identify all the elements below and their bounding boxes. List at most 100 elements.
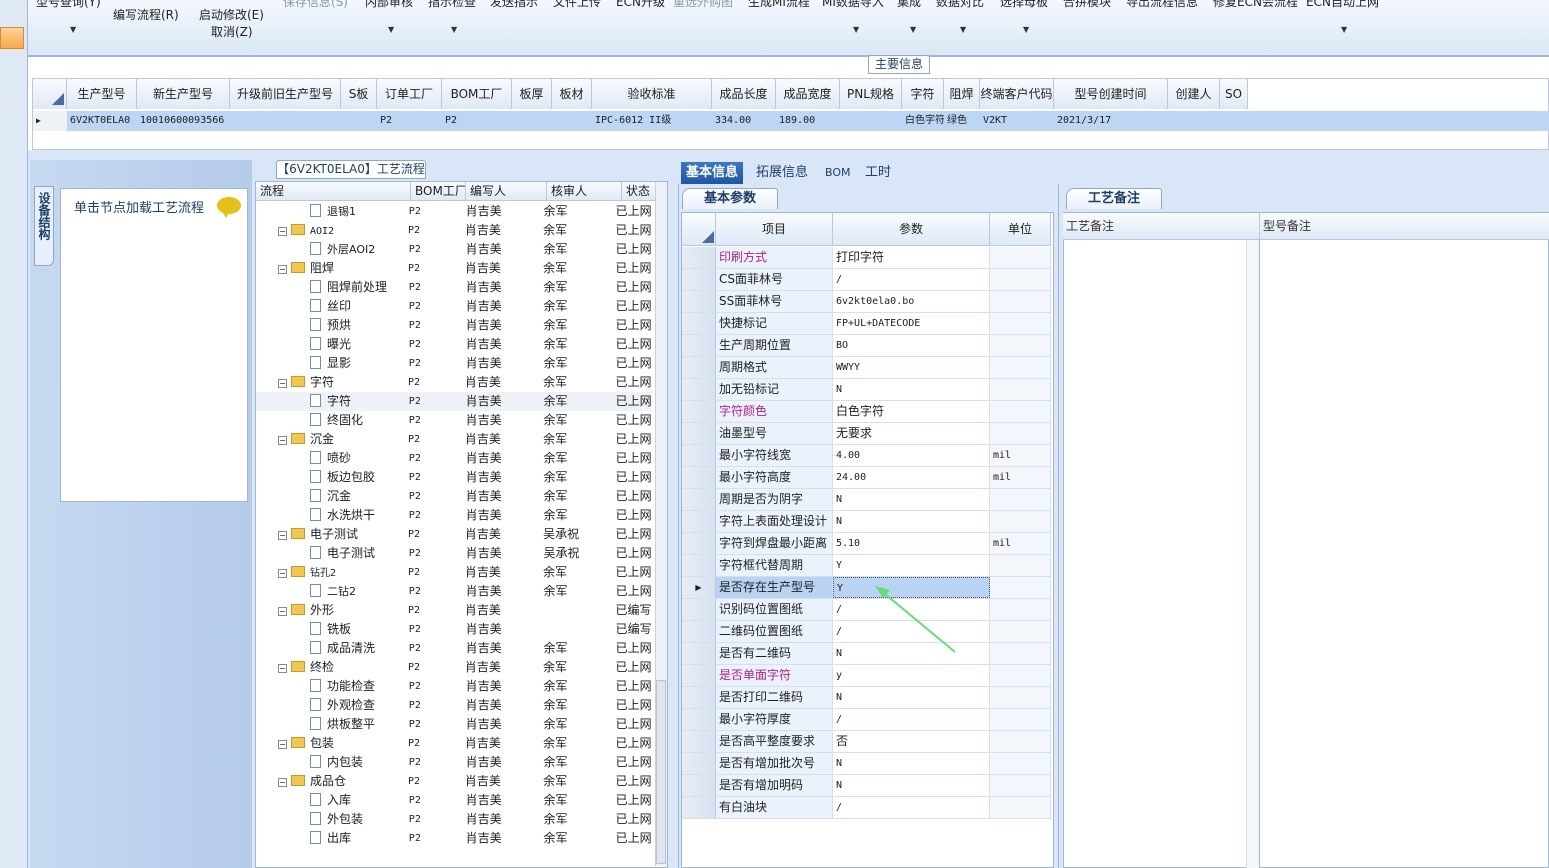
cell[interactable]: 2021/3/17 <box>1054 111 1168 131</box>
flow-node[interactable]: 曝光 <box>256 335 407 354</box>
param-row[interactable]: 最小字符高度 24.00 mil <box>682 467 1051 489</box>
flow-tree-row[interactable]: 预烘 P2 肖吉美 余军 已上网 <box>256 316 652 335</box>
remarks-scrollbar[interactable] <box>1246 240 1260 868</box>
param-row[interactable]: 识别码位置图纸 / <box>682 599 1051 621</box>
flow-tree-row[interactable]: 退锡1 P2 肖吉美 余军 已上网 <box>256 202 652 221</box>
param-row[interactable]: 最小字符厚度 / <box>682 709 1051 731</box>
column-header[interactable]: PNL规格 <box>840 79 902 109</box>
param-row[interactable]: CS面菲林号 / <box>682 269 1051 291</box>
cell[interactable]: 334.00 <box>712 111 776 131</box>
flow-node[interactable]: − 包装 <box>256 734 406 753</box>
param-value[interactable]: 6v2kt0ela0.bo <box>833 291 990 312</box>
cell[interactable]: 绿色 <box>944 111 980 131</box>
collapse-icon[interactable]: − <box>278 664 287 673</box>
collapse-icon[interactable]: − <box>278 436 287 445</box>
param-value[interactable]: N <box>833 687 990 708</box>
flow-node[interactable]: 外层AOI2 <box>256 240 407 259</box>
flow-tree-row[interactable]: 烘板整平 P2 肖吉美 余军 已上网 <box>256 715 652 734</box>
detail-tab[interactable]: 基本信息 <box>681 162 744 184</box>
flow-node[interactable]: 预烘 <box>256 316 407 335</box>
param-column-header[interactable]: 参数 <box>833 213 990 246</box>
flow-node[interactable]: 字符 <box>256 392 407 411</box>
flow-tree-row[interactable]: 显影 P2 肖吉美 余军 已上网 <box>256 354 652 373</box>
param-row[interactable]: 周期格式 WWYY <box>682 357 1051 379</box>
flow-tree-row[interactable]: − 终检 P2 肖吉美 余军 已上网 <box>256 658 652 677</box>
param-value[interactable]: N <box>833 753 990 774</box>
flow-node[interactable]: 铣板 <box>256 620 407 639</box>
edit-flow-button[interactable]: 编写流程(R) <box>113 6 179 23</box>
param-row[interactable]: 是否高平整度要求否 <box>682 731 1051 753</box>
flow-tree-row[interactable]: 外观检查 P2 肖吉美 余军 已上网 <box>256 696 652 715</box>
collapse-icon[interactable]: − <box>278 778 287 787</box>
param-row[interactable]: 是否有增加批次号 N <box>682 753 1051 775</box>
flow-tree-row[interactable]: − 钻孔2 P2 肖吉美 余军 已上网 <box>256 563 652 582</box>
cell[interactable] <box>840 111 902 131</box>
flow-node[interactable]: 板边包胶 <box>256 468 407 487</box>
toolbar-button[interactable]: ECN升级 <box>616 0 665 10</box>
toolbar-button[interactable]: 集成 <box>897 0 921 10</box>
cell[interactable]: P2 <box>377 111 442 131</box>
param-row[interactable]: 是否有二维码 N <box>682 643 1051 665</box>
cell[interactable]: 6V2KT0ELA0 <box>67 111 137 131</box>
start-modify-button[interactable]: 启动修改(E) <box>199 6 264 23</box>
column-header[interactable]: 型号创建时间 <box>1054 79 1168 109</box>
flow-node[interactable]: 出库 <box>256 829 407 848</box>
cancel-button[interactable]: 取消(Z) <box>211 23 253 40</box>
flow-tree-row[interactable]: − 阻焊 P2 肖吉美 余军 已上网 <box>256 259 652 278</box>
process-remarks-tab[interactable]: 工艺备注 <box>1066 188 1162 209</box>
flow-tree-row[interactable]: 外包装 P2 肖吉美 余军 已上网 <box>256 810 652 829</box>
flow-tree-row[interactable]: 阻焊前处理 P2 肖吉美 余军 已上网 <box>256 278 652 297</box>
toolbar-button[interactable]: ECN自动上网 <box>1306 0 1379 10</box>
flow-scrollbar-thumb[interactable] <box>656 680 666 864</box>
param-value[interactable]: WWYY <box>833 357 990 378</box>
param-row[interactable]: 是否打印二维码 N <box>682 687 1051 709</box>
flow-node[interactable]: − 电子测试 <box>256 525 406 544</box>
flow-tree-row[interactable]: 入库 P2 肖吉美 余军 已上网 <box>256 791 652 810</box>
nav-tree-box[interactable] <box>60 188 248 502</box>
flow-tree-row[interactable]: 喷砂 P2 肖吉美 余军 已上网 <box>256 449 652 468</box>
column-header[interactable]: 验收标准 <box>592 79 712 109</box>
toolbar-button[interactable]: 型号查询(Y) <box>36 0 101 10</box>
detail-tab[interactable]: 拓展信息 <box>751 162 813 184</box>
toolbar-button[interactable]: 文件上传 <box>553 0 601 10</box>
cell[interactable] <box>341 111 377 131</box>
param-value[interactable]: N <box>833 379 990 400</box>
column-header[interactable]: 板材 <box>552 79 592 109</box>
collapse-icon[interactable]: − <box>278 607 287 616</box>
column-header[interactable]: S板 <box>341 79 377 109</box>
flow-tree-row[interactable]: 字符 P2 肖吉美 余军 已上网 <box>256 392 652 411</box>
collapse-icon[interactable]: − <box>278 265 287 274</box>
param-column-header[interactable]: 单位 <box>990 213 1051 246</box>
cell[interactable]: V2KT <box>980 111 1054 131</box>
flow-tree-row[interactable]: − AOI2 P2 肖吉美 余军 已上网 <box>256 221 652 240</box>
flow-node[interactable]: − 钻孔2 <box>256 563 406 582</box>
cell[interactable] <box>1220 111 1248 131</box>
flow-tree-row[interactable]: 功能检查 P2 肖吉美 余军 已上网 <box>256 677 652 696</box>
dropdown-arrow-icon[interactable]: ▼ <box>1023 25 1029 34</box>
dropdown-arrow-icon[interactable]: ▼ <box>910 25 916 34</box>
param-row[interactable]: 加无铅标记 N <box>682 379 1051 401</box>
flow-node[interactable]: 外观检查 <box>256 696 407 715</box>
param-value[interactable]: N <box>833 775 990 796</box>
flow-node[interactable]: 显影 <box>256 354 407 373</box>
column-header[interactable]: BOM工厂 <box>442 79 512 109</box>
flow-tree-row[interactable]: 铣板 P2 肖吉美 已编写 <box>256 620 652 639</box>
flow-tree-row[interactable]: 成品清洗 P2 肖吉美 余军 已上网 <box>256 639 652 658</box>
param-row[interactable]: 字符到焊盘最小距离 5.10 mil <box>682 533 1051 555</box>
flow-node[interactable]: 成品清洗 <box>256 639 407 658</box>
flow-node[interactable]: − 沉金 <box>256 430 406 449</box>
param-value[interactable]: 打印字符 <box>833 247 990 268</box>
param-row[interactable]: 字符框代替周期 Y <box>682 555 1051 577</box>
param-value[interactable]: 24.00 <box>833 467 990 488</box>
flow-column-header[interactable]: 流程 <box>256 182 411 201</box>
collapse-icon[interactable]: − <box>278 227 287 236</box>
flow-tree-row[interactable]: 终固化 P2 肖吉美 余军 已上网 <box>256 411 652 430</box>
column-header[interactable]: 成品长度 <box>712 79 776 109</box>
toolbar-button[interactable]: 导出流程信息 <box>1126 0 1198 10</box>
flow-tree-row[interactable]: 外层AOI2 P2 肖吉美 余军 已上网 <box>256 240 652 259</box>
dropdown-arrow-icon[interactable]: ▼ <box>388 25 394 34</box>
flow-node[interactable]: 入库 <box>256 791 407 810</box>
flow-node[interactable]: 丝印 <box>256 297 407 316</box>
flow-node[interactable]: 喷砂 <box>256 449 407 468</box>
flow-node[interactable]: 外包装 <box>256 810 407 829</box>
